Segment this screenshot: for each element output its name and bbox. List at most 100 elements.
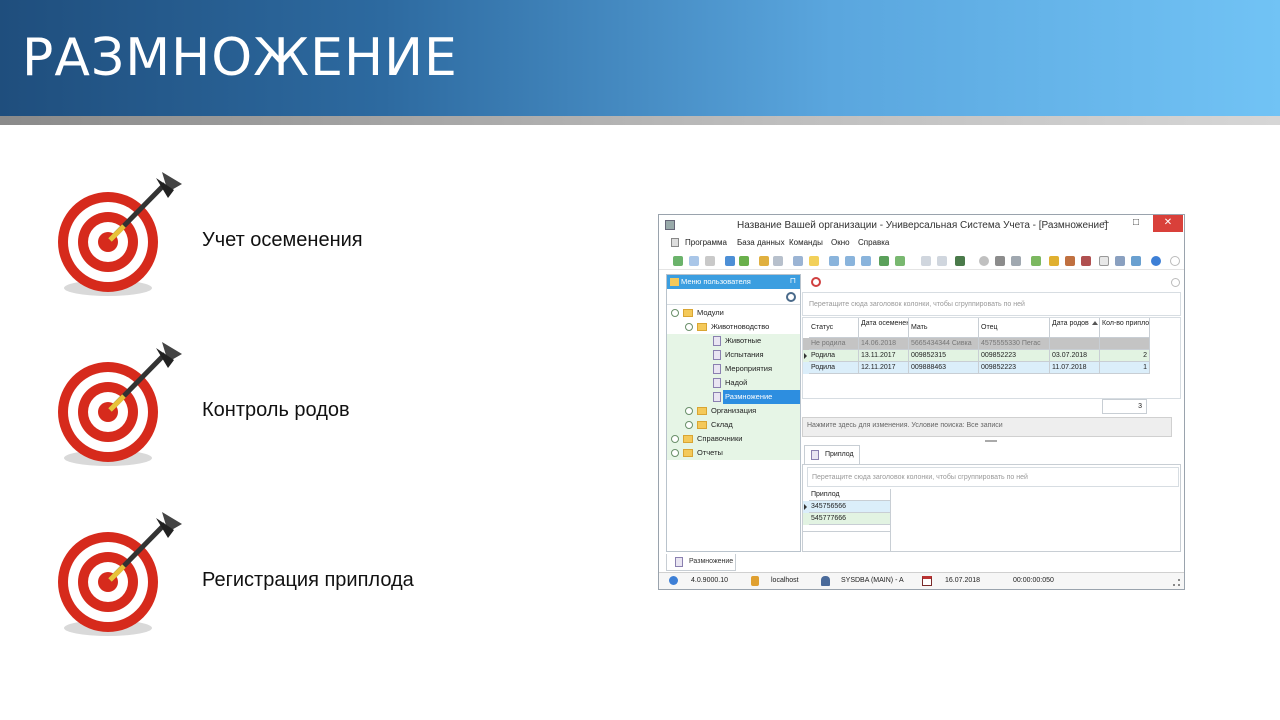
host-text: localhost (771, 577, 799, 584)
filter-bar[interactable]: Нажмите здесь для изменения. Условие пои… (802, 417, 1172, 437)
tree-item-modules[interactable]: Модули (667, 306, 800, 320)
toolbar-overflow-icon[interactable] (1170, 256, 1180, 266)
table-row[interactable]: 345756566 (803, 501, 891, 513)
minimize-button[interactable]: – (1091, 215, 1121, 232)
calendar-icon (922, 576, 932, 586)
column-header-offspring[interactable]: Приплод (809, 489, 891, 501)
expand-icon[interactable] (685, 421, 693, 429)
toolbar-print-icon[interactable] (773, 256, 783, 266)
slide-title: РАЗМНОЖЕНИЕ (22, 28, 458, 88)
folder-icon (683, 309, 693, 317)
expand-icon[interactable] (685, 407, 693, 415)
banner-stripe (0, 116, 1280, 125)
tab-offspring[interactable]: Приплод (804, 445, 860, 464)
menu-help[interactable]: Справка (858, 238, 889, 247)
column-header-status[interactable]: Статус (809, 318, 859, 338)
toolbar-prev-icon[interactable] (829, 256, 839, 266)
toolbar-tools-icon[interactable] (995, 256, 1005, 266)
toolbar-settings-icon[interactable] (1011, 256, 1021, 266)
toolbar-search-icon[interactable] (725, 256, 735, 266)
menu-database[interactable]: База данных (737, 238, 785, 247)
tree-item-breeding[interactable]: Размножение (667, 390, 800, 404)
tree-item-livestock[interactable]: Животноводство (667, 320, 800, 334)
toolbar-exit-icon[interactable] (955, 256, 965, 266)
document-icon (811, 450, 819, 460)
bullet-text-1: Учет осеменения (202, 229, 363, 251)
close-button[interactable]: ✕ (1153, 215, 1183, 232)
column-header-offspring-count[interactable]: Кол-во приплода (1100, 318, 1150, 338)
bullet-text-3: Регистрация приплода (202, 569, 414, 591)
search-icon[interactable] (786, 292, 796, 302)
expand-icon[interactable] (671, 449, 679, 457)
toolbar-new-icon[interactable] (673, 256, 683, 266)
timer-text: 00:00:00:050 (1013, 577, 1054, 584)
document-icon (713, 350, 721, 360)
sort-asc-icon (1092, 321, 1098, 325)
toolbar-circle-icon[interactable] (979, 256, 989, 266)
row-indicator-icon (804, 353, 807, 359)
column-header-father[interactable]: Отец (979, 318, 1050, 338)
collapse-icon[interactable] (685, 323, 693, 331)
user-icon (821, 576, 830, 586)
tab-breeding[interactable]: Размножение (666, 554, 736, 571)
tree-item-reports[interactable]: Отчеты (667, 446, 800, 460)
tree-item-references[interactable]: Справочники (667, 432, 800, 446)
toolbar-chart-icon[interactable] (1031, 256, 1041, 266)
toolbar-calendar-icon[interactable] (1099, 256, 1109, 266)
table-row[interactable]: Не родила 14.06.2018 5665434344 Сивка 45… (803, 338, 1150, 350)
toolbar-refresh-icon[interactable] (739, 256, 749, 266)
toolbar-lock-icon[interactable] (1049, 256, 1059, 266)
stop-icon[interactable] (811, 277, 821, 287)
toolbar-mail-icon[interactable] (1115, 256, 1125, 266)
tree-item-warehouse[interactable]: Склад (667, 418, 800, 432)
toolbar-down-icon[interactable] (845, 256, 855, 266)
bullet-text-2: Контроль родов (202, 399, 350, 421)
toolbar-info-icon[interactable] (1151, 256, 1161, 266)
tree-item-organization[interactable]: Организация (667, 404, 800, 418)
table-row[interactable]: 545777666 (803, 513, 891, 525)
column-header-insemination-date[interactable]: Дата осеменения (859, 318, 909, 338)
toolbar-export-icon[interactable] (879, 256, 889, 266)
column-header-mother[interactable]: Мать (909, 318, 979, 338)
toolbar-close-window-icon[interactable] (937, 256, 947, 266)
menu-program[interactable]: Программа (685, 238, 727, 247)
target-dart-icon (58, 172, 182, 296)
table-row[interactable]: Родила 13.11.2017 009852315 009852223 03… (803, 350, 1150, 362)
pin-icon[interactable]: ⊓ (790, 276, 796, 285)
toolbar-up-icon[interactable] (861, 256, 871, 266)
toolbar-nav-icon[interactable] (793, 256, 803, 266)
toolbar-copy-icon[interactable] (689, 256, 699, 266)
expand-icon[interactable] (671, 435, 679, 443)
toolbar-excel-icon[interactable] (895, 256, 905, 266)
group-by-area[interactable]: Перетащите сюда заголовок колонки, чтобы… (802, 292, 1181, 316)
database-icon (751, 576, 759, 586)
app-icon (665, 220, 675, 230)
user-text: SYSDBA (MAIN) - A (841, 577, 904, 584)
toolbar (659, 252, 1184, 270)
resize-grip-icon[interactable] (1173, 579, 1180, 586)
tree-item-events[interactable]: Мероприятия (667, 362, 800, 376)
toolbar-user-delete-icon[interactable] (1081, 256, 1091, 266)
toolbar-filter-icon[interactable] (759, 256, 769, 266)
main-area: Перетащите сюда заголовок колонки, чтобы… (802, 274, 1184, 554)
toolbar-doc-icon[interactable] (705, 256, 715, 266)
toolbar-forward-icon[interactable] (1131, 256, 1141, 266)
collapse-panel-icon[interactable] (1171, 278, 1180, 287)
maximize-button[interactable]: □ (1121, 215, 1151, 232)
group-by-area[interactable]: Перетащите сюда заголовок колонки, чтобы… (807, 467, 1179, 487)
menu-icon (671, 238, 679, 247)
tree-item-milk-yield[interactable]: Надой (667, 376, 800, 390)
toolbar-users-icon[interactable] (1065, 256, 1075, 266)
menu-window[interactable]: Окно (831, 238, 850, 247)
document-icon (713, 364, 721, 374)
collapse-icon[interactable] (671, 309, 679, 317)
bullet-2: Контроль родов (50, 336, 570, 486)
splitter-handle[interactable] (985, 440, 997, 442)
tree-item-animals[interactable]: Животные (667, 334, 800, 348)
title-banner: РАЗМНОЖЕНИЕ (0, 0, 1280, 116)
toolbar-window-icon[interactable] (921, 256, 931, 266)
table-row[interactable]: Родила 12.11.2017 009888463 009852223 11… (803, 362, 1150, 374)
tree-item-tests[interactable]: Испытания (667, 348, 800, 362)
toolbar-note-icon[interactable] (809, 256, 819, 266)
menu-commands[interactable]: Команды (789, 238, 823, 247)
